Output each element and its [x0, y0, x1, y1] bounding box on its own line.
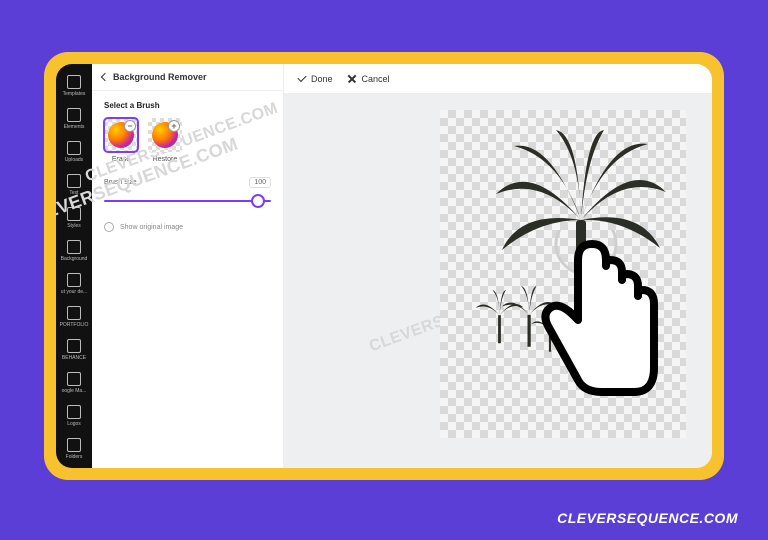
panel-back-button[interactable]: Background Remover	[92, 64, 283, 91]
attribution-text: CLEVERSEQUENCE.COM	[557, 510, 738, 526]
side-panel: Background Remover CLEVERSEQUENCE.COM Se…	[92, 64, 284, 468]
sidebar-item-folders[interactable]: Folders	[57, 433, 91, 464]
brush-size-slider[interactable]	[104, 192, 271, 210]
sidebar-item-uploads[interactable]: Uploads	[57, 136, 91, 167]
map-icon	[67, 372, 81, 386]
uploads-icon	[67, 141, 81, 155]
grid-icon	[67, 273, 81, 287]
logos-icon	[67, 405, 81, 419]
show-original-label: Show original image	[120, 224, 183, 231]
select-brush-heading: Select a Brush	[104, 101, 271, 110]
restore-brush-icon: +	[148, 118, 182, 152]
chevron-left-icon	[101, 73, 109, 81]
cancel-button[interactable]: Cancel	[347, 74, 390, 84]
app-frame: Templates Elements Uploads Text Styles B…	[44, 52, 724, 480]
text-icon	[67, 174, 81, 188]
close-icon	[347, 74, 357, 84]
left-sidebar: Templates Elements Uploads Text Styles B…	[56, 64, 92, 468]
pointer-cursor-icon	[538, 230, 668, 400]
sidebar-item-custom1[interactable]: ut your de...	[57, 268, 91, 299]
elements-icon	[67, 108, 81, 122]
sidebar-item-logos[interactable]: Logos	[57, 400, 91, 431]
sidebar-item-portfolio[interactable]: PORTFOLIO	[57, 301, 91, 332]
sidebar-item-background[interactable]: Background	[57, 235, 91, 266]
sidebar-item-elements[interactable]: Elements	[57, 103, 91, 134]
done-button[interactable]: Done	[298, 74, 333, 84]
slider-track	[104, 200, 271, 202]
sidebar-item-behance[interactable]: BEHANCE	[57, 334, 91, 365]
check-icon	[297, 73, 306, 82]
editor-canvas[interactable]: CLEVERSEQUENCE.COM	[284, 94, 712, 468]
templates-icon	[67, 75, 81, 89]
behance-icon	[67, 339, 81, 353]
background-icon	[67, 240, 81, 254]
portfolio-icon	[67, 306, 81, 320]
slider-knob[interactable]	[251, 194, 265, 208]
artboard[interactable]	[440, 110, 686, 438]
show-original-checkbox[interactable]	[104, 222, 114, 232]
sidebar-item-googlemaps[interactable]: oogle Ma...	[57, 367, 91, 398]
brush-size-value: 100	[249, 177, 271, 188]
sidebar-item-templates[interactable]: Templates	[57, 70, 91, 101]
app-window: Templates Elements Uploads Text Styles B…	[56, 64, 712, 468]
canvas-topbar: Done Cancel	[284, 64, 712, 94]
panel-title: Background Remover	[113, 72, 207, 82]
erase-brush-icon: −	[104, 118, 138, 152]
folders-icon	[67, 438, 81, 452]
